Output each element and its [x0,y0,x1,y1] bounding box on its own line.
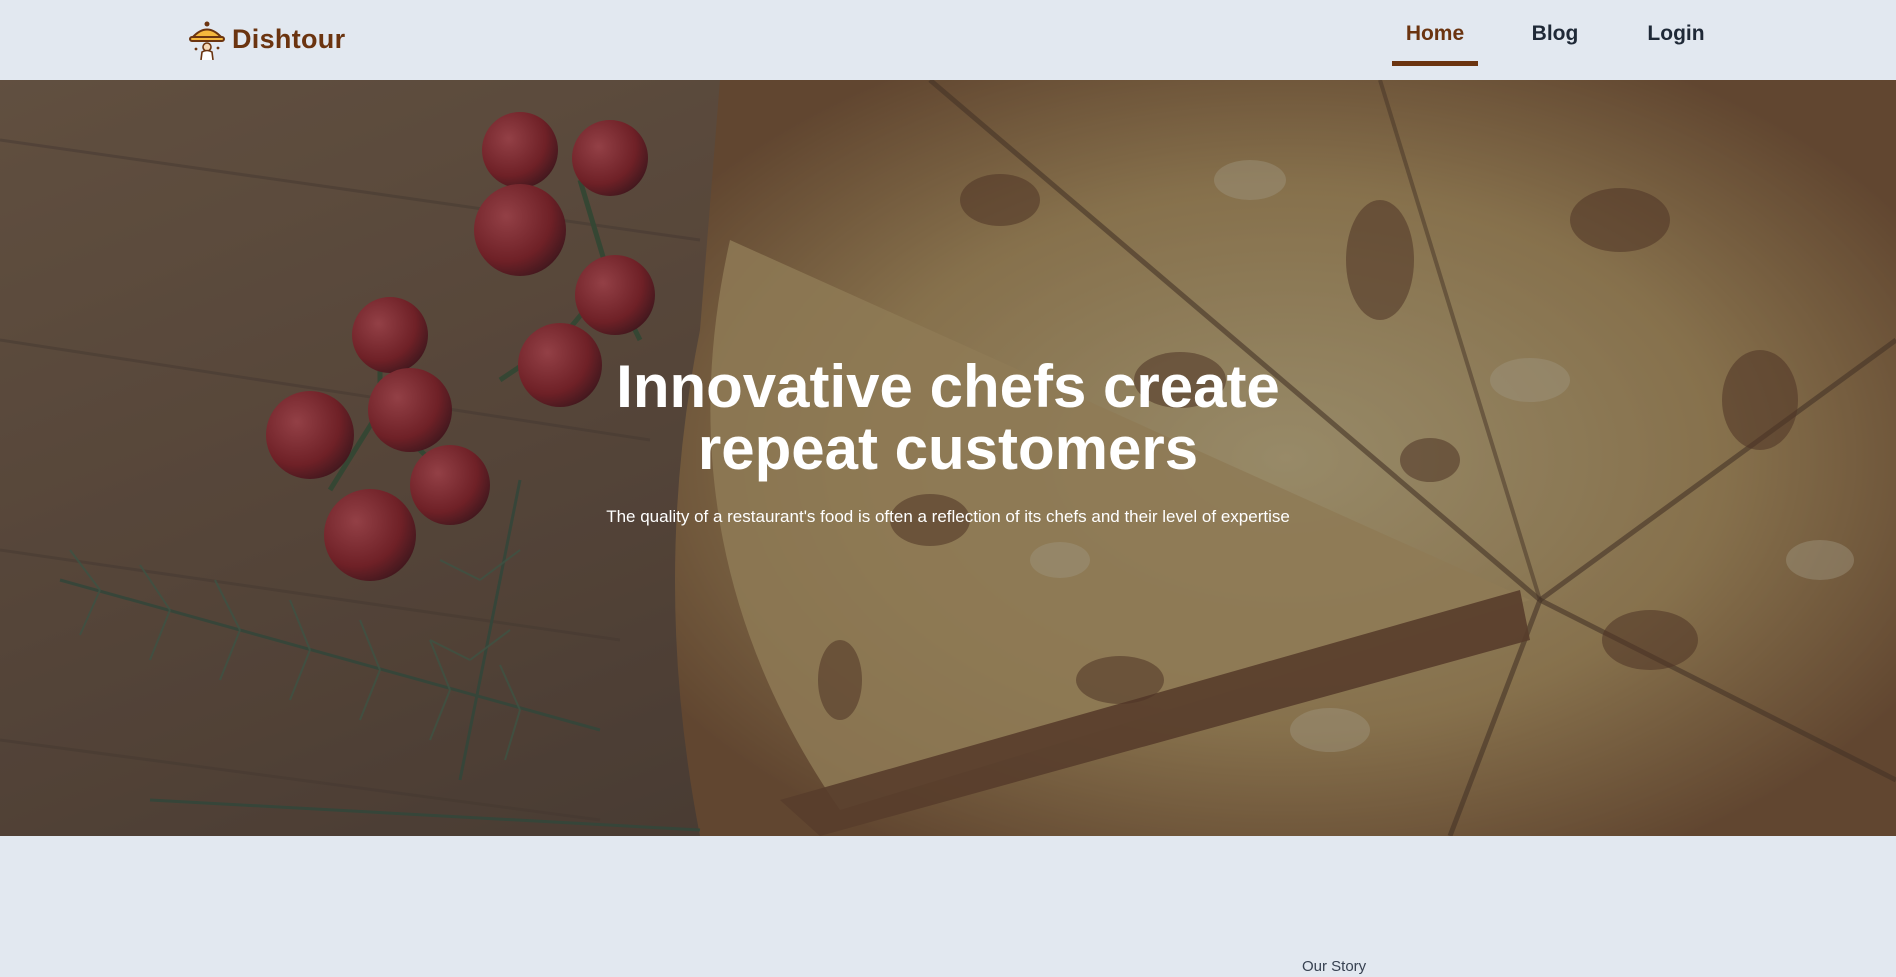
hero-subtitle: The quality of a restaurant's food is of… [606,507,1290,526]
brand-name: Dishtour [232,23,346,54]
nav-active-indicator [1392,61,1478,66]
navbar: Dishtour Home Blog Login [0,0,1896,80]
brand-logo[interactable]: Dishtour [188,18,345,60]
our-story-label: Our Story [1302,958,1367,975]
nav-link-blog[interactable]: Blog [1520,0,1590,68]
hero-banner: Innovative chefs create repeat customers… [0,80,1896,836]
hero-title: Innovative chefs create repeat customers [616,353,1280,482]
chef-cloche-icon [189,21,225,60]
nav-link-home[interactable]: Home [1392,0,1478,68]
nav-link-login[interactable]: Login [1638,0,1714,68]
